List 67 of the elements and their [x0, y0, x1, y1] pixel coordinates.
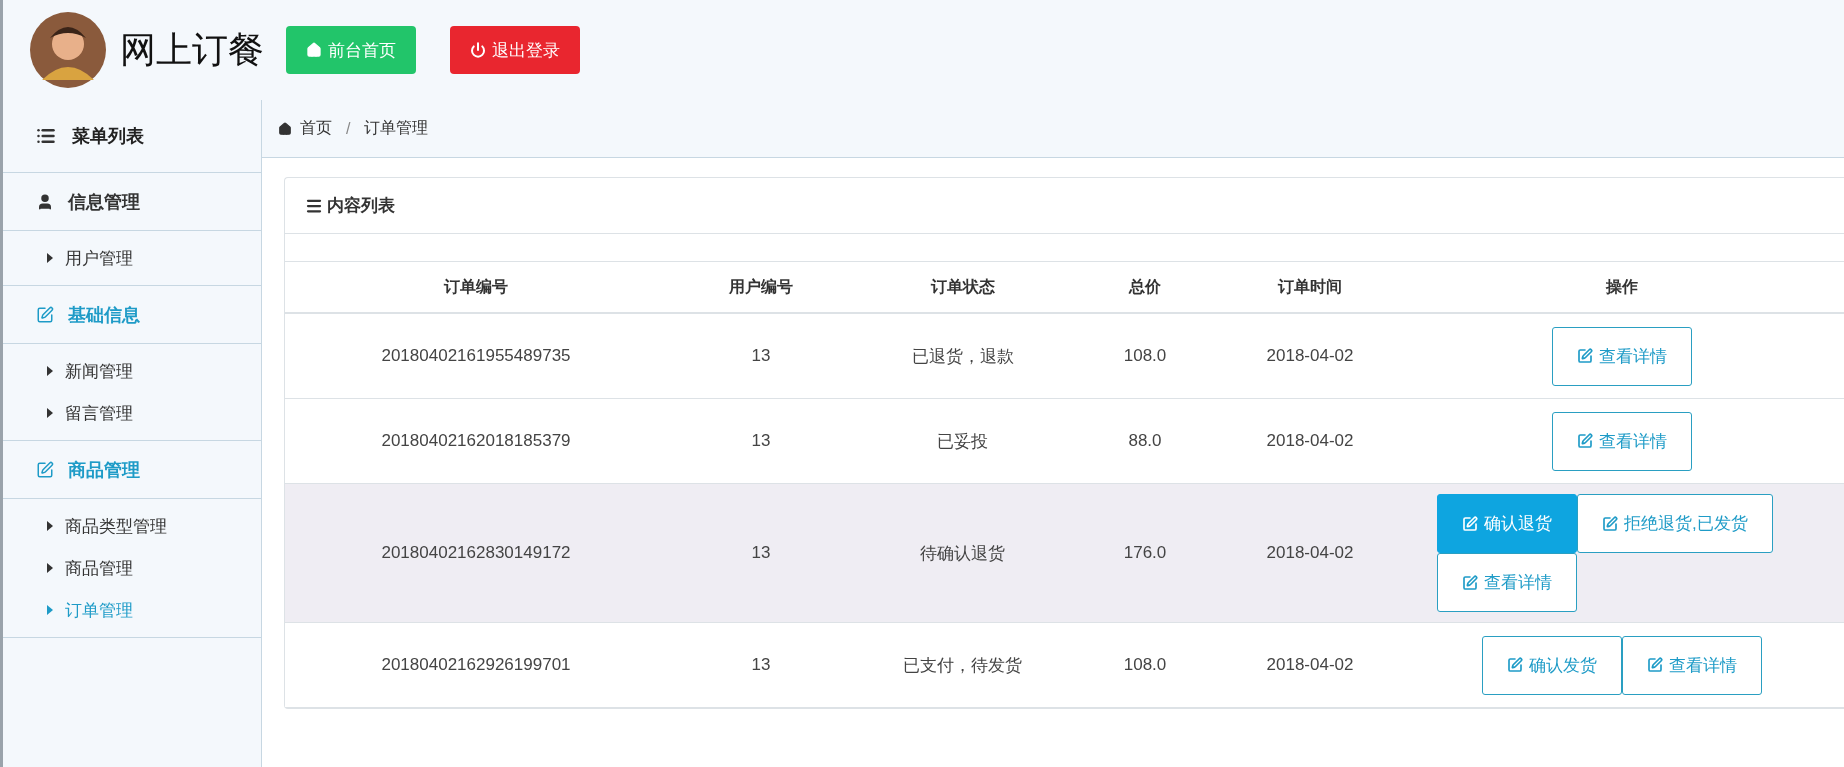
home-button[interactable]: 前台首页 — [286, 26, 416, 74]
caret-right-icon — [47, 366, 53, 376]
column-header: 订单编号 — [442, 276, 509, 297]
table-cell-text: 2018-04-02 — [1265, 654, 1355, 676]
caret-right-icon — [47, 408, 53, 418]
table-cell-text: 2018-04-02 — [1265, 430, 1355, 452]
edit-icon — [1602, 515, 1618, 532]
action-button[interactable]: 查看详情 — [1622, 635, 1762, 695]
caret-right-icon — [47, 605, 53, 615]
caret-right-icon — [47, 521, 53, 531]
sidebar-item[interactable]: 留言管理 — [3, 392, 261, 434]
table-cell-text: 2018-04-02 — [1265, 542, 1355, 564]
user-icon — [36, 192, 54, 211]
action-button[interactable]: 拒绝退货,已发货 — [1577, 494, 1773, 553]
logout-button[interactable]: 退出登录 — [450, 26, 580, 74]
action-button[interactable]: 查看详情 — [1552, 411, 1692, 471]
caret-right-icon — [47, 253, 53, 263]
action-button[interactable]: 确认退货 — [1437, 494, 1577, 553]
edit-icon — [1577, 433, 1593, 449]
table-cell-text: 13 — [750, 654, 772, 676]
table-cell-text: 待确认退货 — [919, 542, 1006, 565]
table-cell-text: 已妥投 — [936, 430, 989, 453]
table-cell-text: 已退货，退款 — [910, 345, 1015, 368]
edit-icon — [1507, 657, 1523, 673]
action-button[interactable]: 查看详情 — [1437, 553, 1577, 612]
table-cell-text: 13 — [750, 345, 772, 367]
site-title: 网上订餐 — [120, 27, 264, 72]
column-header: 用户编号 — [728, 276, 794, 297]
action-button[interactable]: 查看详情 — [1552, 326, 1692, 386]
column-header: 操作 — [1604, 276, 1639, 297]
edit-icon — [1577, 348, 1593, 364]
breadcrumb-link[interactable]: 订单管理 — [364, 118, 429, 139]
sidebar-title: 菜单列表 — [72, 125, 144, 148]
table-cell-text: 20180402162926199701 — [380, 654, 572, 676]
column-header: 总价 — [1127, 276, 1162, 297]
panel-title: 内容列表 — [327, 195, 395, 217]
breadcrumb-link[interactable]: 首页 — [300, 118, 332, 139]
caret-right-icon — [47, 563, 53, 573]
edit-icon — [36, 460, 54, 479]
sidebar-item[interactable]: 商品类型管理 — [3, 505, 261, 547]
table-cell-text: 2018-04-02 — [1265, 345, 1355, 367]
sidebar-item[interactable]: 订单管理 — [3, 589, 261, 631]
table-cell-text: 13 — [750, 430, 772, 452]
edit-icon — [1462, 574, 1478, 591]
edit-icon — [36, 305, 54, 324]
sidebar-item[interactable]: 用户管理 — [3, 237, 261, 279]
power-icon — [470, 42, 486, 58]
breadcrumb-separator: / — [346, 119, 351, 138]
edit-icon — [1462, 515, 1478, 532]
home-icon — [278, 121, 292, 136]
table-cell-text: 20180402162830149172 — [380, 542, 572, 564]
table-cell-text: 176.0 — [1122, 542, 1168, 564]
sidebar-item[interactable]: 新闻管理 — [3, 350, 261, 392]
column-header: 订单时间 — [1276, 276, 1343, 297]
column-header: 订单状态 — [929, 276, 996, 297]
table-cell-text: 88.0 — [1127, 430, 1163, 452]
table-cell-text: 108.0 — [1122, 654, 1168, 676]
table-cell-text: 已支付，待发货 — [902, 654, 1023, 677]
sidebar-item[interactable]: 商品管理 — [3, 547, 261, 589]
table-cell-text: 20180402161955489735 — [380, 345, 572, 367]
table-cell-text: 108.0 — [1122, 345, 1168, 367]
edit-icon — [1647, 657, 1663, 673]
list-icon — [36, 126, 56, 146]
table-cell-text: 20180402162018185379 — [380, 430, 572, 452]
home-icon — [306, 42, 322, 58]
table-cell-text: 13 — [750, 542, 772, 564]
action-button[interactable]: 确认发货 — [1482, 635, 1622, 695]
